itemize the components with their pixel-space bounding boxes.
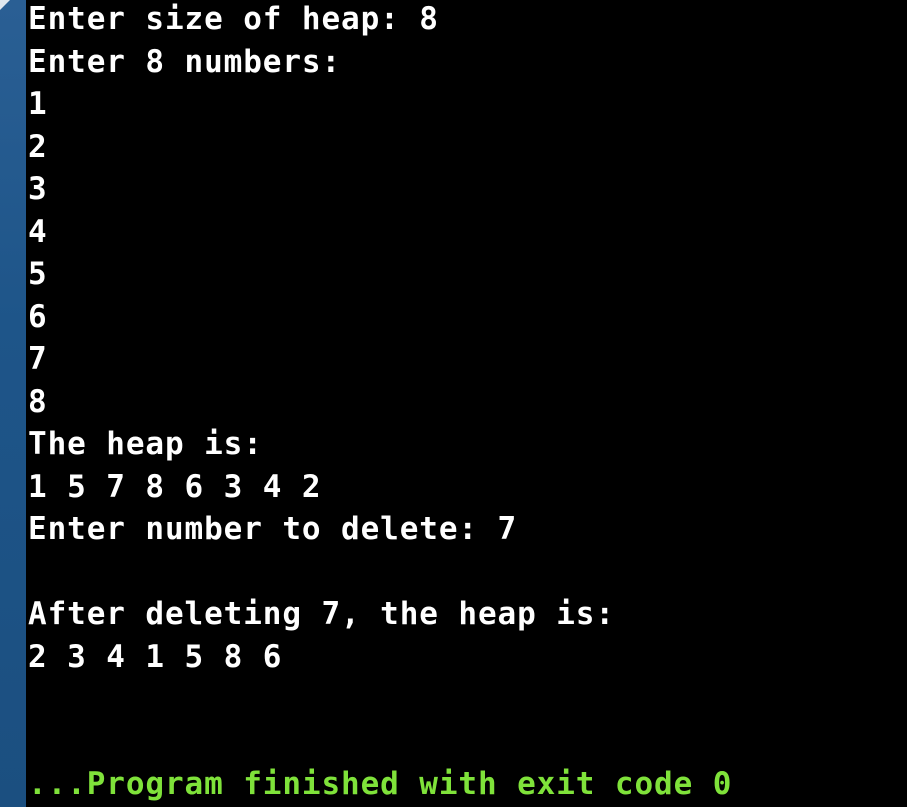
console-output[interactable]: Enter size of heap: 8 Enter 8 numbers: 1… [28,0,907,807]
left-panel-strip [0,0,26,807]
console-line: Enter size of heap: 8 [28,1,439,37]
terminal-window: Enter size of heap: 8 Enter 8 numbers: 1… [0,0,907,807]
exit-status-line: ...Program finished with exit code 0 [28,766,733,802]
console-line: 5 [28,256,48,292]
console-line: 1 [28,86,48,122]
console-line: 2 [28,129,48,165]
console-line: 7 [28,341,48,377]
console-line: 4 [28,214,48,250]
console-line: 3 [28,171,48,207]
console-line: Enter 8 numbers: [28,44,342,80]
console-line: Enter number to delete: 7 [28,511,518,547]
console-line: The heap is: [28,426,263,462]
corner-arrow-icon [0,0,10,10]
console-line: 2 3 4 1 5 8 6 [28,639,283,675]
console-line: 1 5 7 8 6 3 4 2 [28,469,322,505]
console-line: 6 [28,299,48,335]
console-line: After deleting 7, the heap is: [28,596,615,632]
console-line: 8 [28,384,48,420]
